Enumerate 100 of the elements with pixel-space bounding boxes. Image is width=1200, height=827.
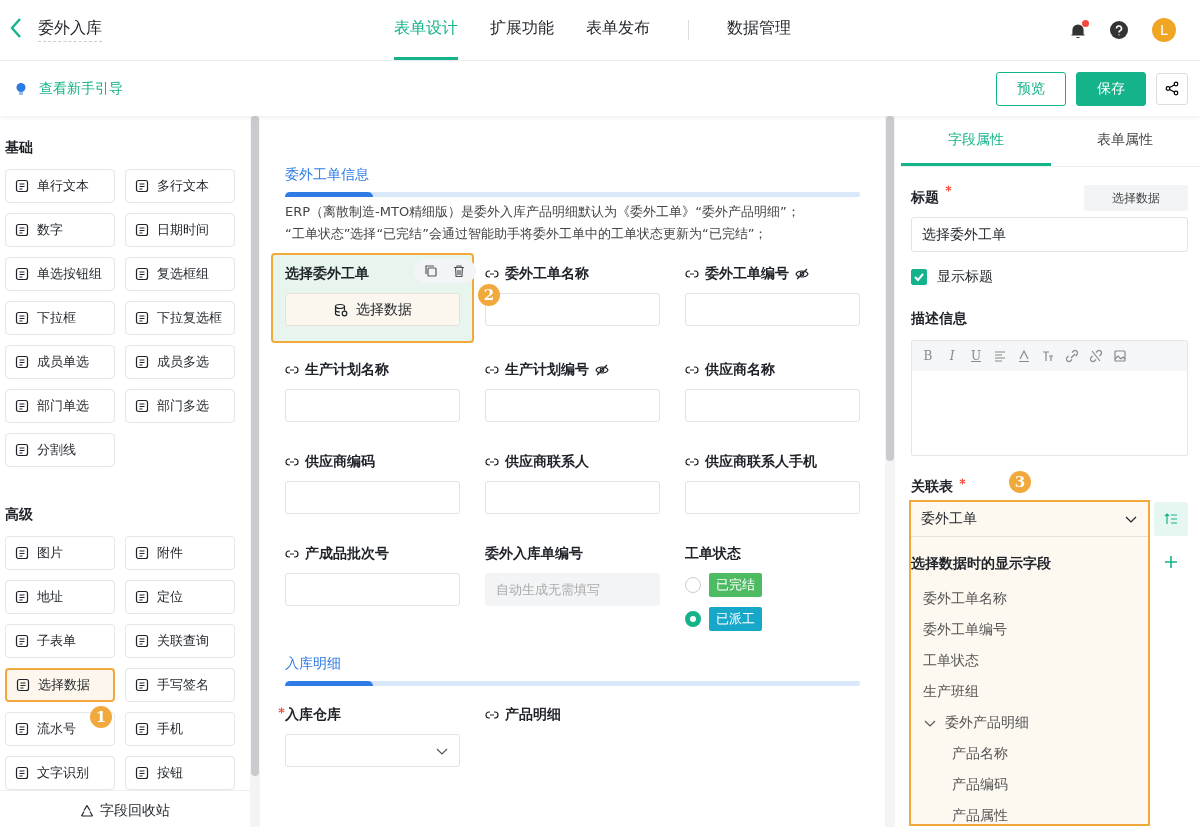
field-type-icon (135, 179, 149, 193)
tree-item[interactable]: 委外工单编号 (911, 614, 1148, 645)
field-type-item[interactable]: 部门多选 (125, 389, 235, 423)
field-type-icon (135, 355, 149, 369)
tree-item[interactable]: 生产班组 (911, 676, 1148, 707)
text-field[interactable] (285, 481, 460, 514)
image-icon (1114, 349, 1126, 363)
field-type-item[interactable]: 手写签名 (125, 668, 235, 702)
text-field[interactable] (685, 481, 860, 514)
text-field[interactable] (485, 389, 660, 422)
font-color-icon (1018, 349, 1030, 363)
field-type-item[interactable]: 日期时间 (125, 213, 235, 247)
field-type-item[interactable]: 数字 (5, 213, 115, 247)
lightbulb-icon (15, 81, 27, 96)
field-type-item[interactable]: 定位 (125, 580, 235, 614)
section-title: 入库明细 (285, 655, 342, 673)
nav-tab[interactable]: 表单发布 (586, 0, 650, 60)
radio-button[interactable] (685, 611, 701, 627)
field-type-item[interactable]: 选择数据 (5, 668, 115, 702)
text-field[interactable] (685, 293, 860, 326)
annotation-badge: 2 (478, 284, 500, 306)
field-type-icon (15, 546, 29, 560)
field-type-item[interactable]: 成员单选 (5, 345, 115, 379)
field-label: 供应商联系人 (505, 453, 589, 471)
field-type-item[interactable]: 分割线 (5, 433, 115, 467)
field-type-item[interactable]: 单选按钮组 (5, 257, 115, 291)
field-type-icon (135, 267, 149, 281)
text-field[interactable] (685, 389, 860, 422)
select-data-button[interactable]: 选择数据 (285, 293, 460, 326)
radio-button[interactable] (685, 577, 701, 593)
field-label: 生产计划名称 (305, 361, 389, 379)
field-type-item[interactable]: 成员多选 (125, 345, 235, 379)
field-type-icon (135, 399, 149, 413)
text-field[interactable] (285, 573, 460, 606)
field-label: 供应商编码 (305, 453, 375, 471)
nav-tab[interactable]: 数据管理 (727, 0, 791, 60)
property-label: 描述信息 (911, 310, 967, 328)
field-label: 选择委外工单 (285, 265, 369, 283)
field-type-icon (15, 766, 29, 780)
field-label: 供应商名称 (705, 361, 775, 379)
property-label: 关联表 (911, 478, 953, 496)
select-data-button[interactable]: 选择数据 (1084, 185, 1188, 211)
section-heading: 高级 (5, 506, 34, 524)
field-type-item[interactable]: 文字识别 (5, 756, 115, 790)
sort-button[interactable] (1154, 502, 1188, 536)
field-type-item[interactable]: 下拉复选框 (125, 301, 235, 335)
nav-tab[interactable]: 扩展功能 (490, 0, 554, 60)
field-type-icon (15, 311, 29, 325)
field-type-item[interactable]: 按钮 (125, 756, 235, 790)
checkbox-label: 显示标题 (937, 268, 993, 286)
tree-item[interactable]: 产品编码 (911, 769, 1148, 800)
field-label: 供应商联系人手机 (705, 453, 817, 471)
plus-icon (1164, 555, 1178, 569)
note-text: “工单状态”选择“已完结”会通过智能助手将委外工单中的工单状态更新为“已完结”； (285, 225, 769, 243)
section-title: 委外工单信息 (285, 166, 370, 184)
panel-tab[interactable]: 表单属性 (1050, 116, 1200, 166)
text-field[interactable] (285, 389, 460, 422)
field-type-item[interactable]: 附件 (125, 536, 235, 570)
share-button[interactable] (1156, 72, 1188, 105)
field-type-item[interactable]: 手机 (125, 712, 235, 746)
tree-item[interactable]: 产品属性 (911, 800, 1148, 824)
scrollbar[interactable] (886, 116, 894, 461)
field-type-item[interactable]: 地址 (5, 580, 115, 614)
annotation-badge: 1 (90, 706, 112, 728)
field-type-icon (135, 590, 149, 604)
form-title[interactable]: 委外入库 (38, 18, 102, 42)
field-type-item[interactable]: 关联查询 (125, 624, 235, 658)
field-type-icon (15, 722, 29, 736)
tree-item[interactable]: 委外产品明细 (911, 707, 1148, 738)
field-type-icon (135, 546, 149, 560)
field-type-icon (135, 766, 149, 780)
sort-icon (1164, 512, 1178, 526)
field-type-item[interactable]: 多行文本 (125, 169, 235, 203)
tree-item[interactable]: 工单状态 (911, 645, 1148, 676)
checkbox[interactable] (911, 269, 927, 285)
field-type-item[interactable]: 图片 (5, 536, 115, 570)
tree-item[interactable]: 产品名称 (911, 738, 1148, 769)
field-type-icon (135, 311, 149, 325)
field-label: 委外入库单编号 (485, 545, 583, 563)
text-field[interactable] (485, 481, 660, 514)
field-type-item[interactable]: 子表单 (5, 624, 115, 658)
related-table-select[interactable]: 委外工单 (911, 502, 1148, 537)
field-label: 产成品批次号 (305, 545, 389, 563)
field-type-item[interactable]: 复选框组 (125, 257, 235, 291)
field-type-item[interactable]: 部门单选 (5, 389, 115, 423)
field-label: 入库仓库 (285, 706, 341, 724)
unlink-icon (1090, 349, 1102, 363)
field-type-icon (135, 223, 149, 237)
field-type-icon (15, 443, 29, 457)
field-type-icon (15, 634, 29, 648)
scrollbar[interactable] (251, 116, 259, 776)
field-label: 生产计划编号 (505, 361, 589, 379)
field-type-item[interactable]: 下拉框 (5, 301, 115, 335)
annotation-badge: 3 (1009, 471, 1031, 493)
title-field[interactable]: 选择委外工单 (911, 217, 1188, 252)
field-type-item[interactable]: 单行文本 (5, 169, 115, 203)
tree-item[interactable]: 委外工单名称 (911, 583, 1148, 614)
dropdown-field[interactable] (285, 734, 460, 767)
font-size-icon (1042, 349, 1054, 363)
field-type-icon (15, 355, 29, 369)
